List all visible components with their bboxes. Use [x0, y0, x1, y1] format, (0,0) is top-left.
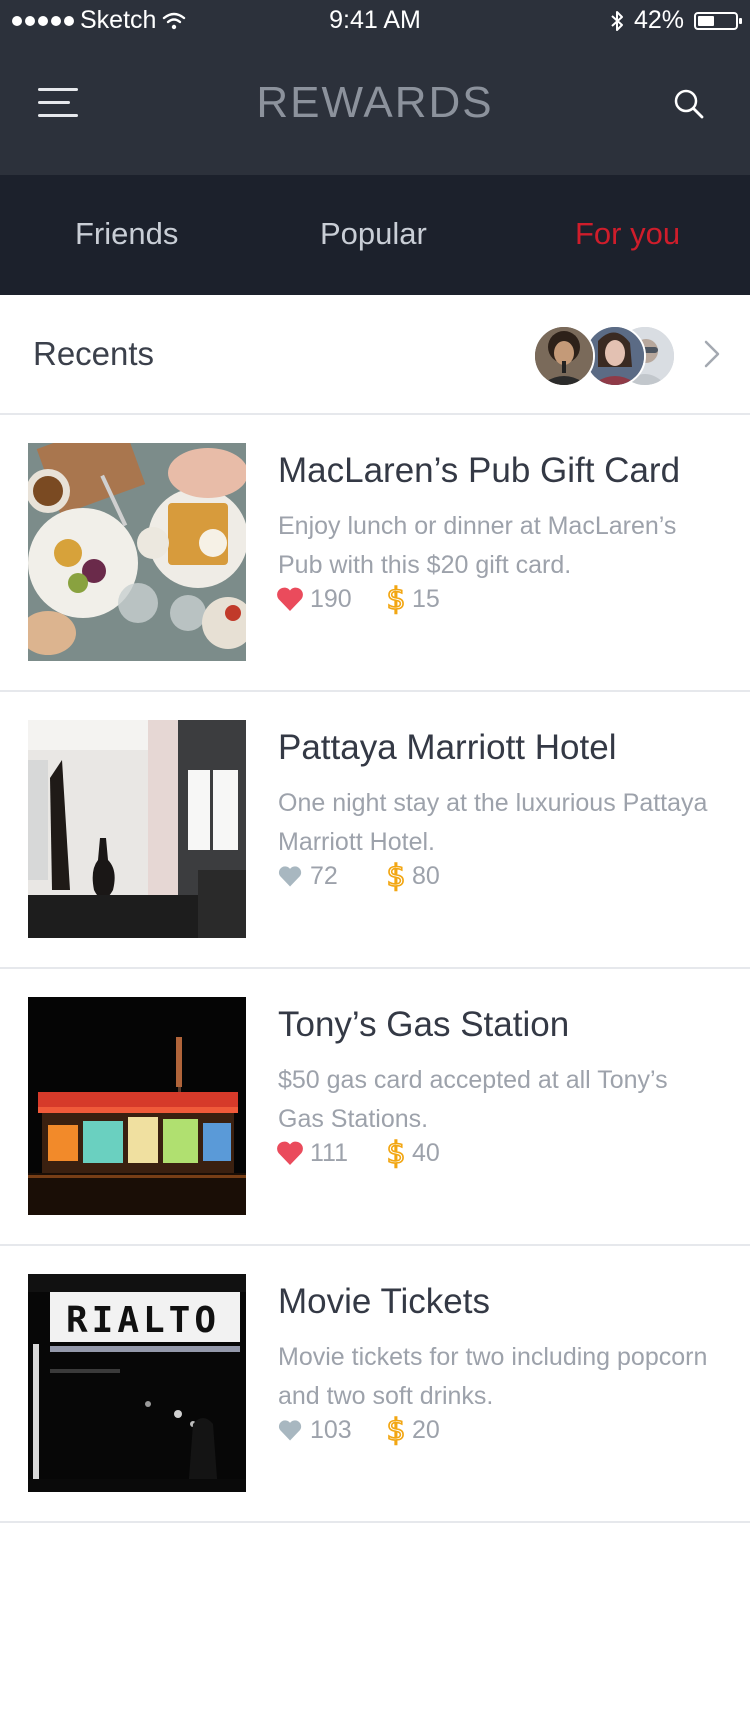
dollar-coin-icon: $ — [386, 1137, 407, 1169]
price: 80 — [412, 861, 440, 890]
recents-label: Recents — [33, 335, 155, 372]
bluetooth-icon — [611, 10, 623, 31]
svg-text:$: $ — [386, 583, 405, 615]
reward-image-gas-station — [28, 997, 246, 1215]
tab-for-you[interactable]: For you — [575, 175, 680, 295]
reward-image-hotel — [28, 720, 246, 938]
price: 20 — [412, 1415, 440, 1444]
battery-percent: 42% — [633, 6, 684, 34]
reward-title: MacLaren’s Pub Gift Card — [278, 451, 681, 490]
reward-description: Enjoy lunch or dinner at MacLaren’s Pub … — [278, 512, 677, 579]
reward-title: Movie Tickets — [278, 1282, 490, 1321]
tab-friends[interactable]: Friends — [75, 175, 178, 295]
reward-item-maclarens[interactable]: MacLaren’s Pub Gift Card Enjoy lunch or … — [0, 415, 750, 692]
heart-icon[interactable] — [276, 586, 304, 612]
reward-item-movie-tickets[interactable]: RIALTO Movie Tickets Movie tickets for t… — [0, 1246, 750, 1523]
tab-popular[interactable]: Popular — [320, 175, 427, 295]
reward-image-food — [28, 443, 246, 661]
dollar-coin-icon: $ — [386, 860, 407, 892]
reward-stats: 72 $ 80 — [276, 860, 440, 892]
tab-bar: Friends Popular For you — [0, 175, 750, 295]
status-right: 42% — [610, 6, 742, 35]
heart-icon[interactable] — [276, 1417, 304, 1443]
reward-stats: 103 $ 20 — [276, 1414, 440, 1446]
reward-title: Tony’s Gas Station — [278, 1005, 570, 1044]
svg-text:$: $ — [386, 1137, 405, 1169]
chevron-right-icon[interactable] — [702, 339, 722, 369]
heart-icon[interactable] — [276, 863, 304, 889]
svg-text:$: $ — [386, 860, 405, 892]
dollar-coin-icon: $ — [386, 1414, 407, 1446]
like-count: 190 — [310, 584, 352, 613]
reward-item-gas-station[interactable]: Tony’s Gas Station $50 gas card accepted… — [0, 969, 750, 1246]
like-count: 103 — [310, 1415, 352, 1444]
reward-image-cinema: RIALTO — [28, 1274, 246, 1492]
reward-description: Movie tickets for two including popcorn … — [278, 1343, 708, 1410]
like-count: 111 — [310, 1138, 349, 1167]
reward-description: One night stay at the luxurious Pattaya … — [278, 789, 708, 856]
app-header: Sketch 9:41 AM 42% REWARDS — [0, 0, 750, 175]
status-bar: Sketch 9:41 AM 42% — [0, 0, 750, 40]
reward-stats: 190 $ 15 — [276, 583, 440, 615]
recents-row[interactable]: Recents — [0, 295, 750, 415]
price: 40 — [412, 1138, 440, 1167]
like-count: 72 — [310, 861, 338, 890]
heart-icon[interactable] — [276, 1140, 304, 1166]
dollar-coin-icon: $ — [386, 583, 407, 615]
reward-item-marriott[interactable]: Pattaya Marriott Hotel One night stay at… — [0, 692, 750, 969]
svg-text:$: $ — [386, 1414, 405, 1446]
reward-title: Pattaya Marriott Hotel — [278, 728, 617, 767]
page-title: REWARDS — [256, 78, 494, 127]
rialto-sign-text: RIALTO — [66, 1300, 220, 1341]
avatar-1 — [533, 325, 595, 387]
battery-icon — [694, 11, 742, 30]
price: 15 — [412, 584, 440, 613]
reward-stats: 111 $ 40 — [276, 1137, 440, 1169]
reward-description: $50 gas card accepted at all Tony’s Gas … — [278, 1066, 668, 1133]
search-icon[interactable] — [673, 88, 705, 120]
